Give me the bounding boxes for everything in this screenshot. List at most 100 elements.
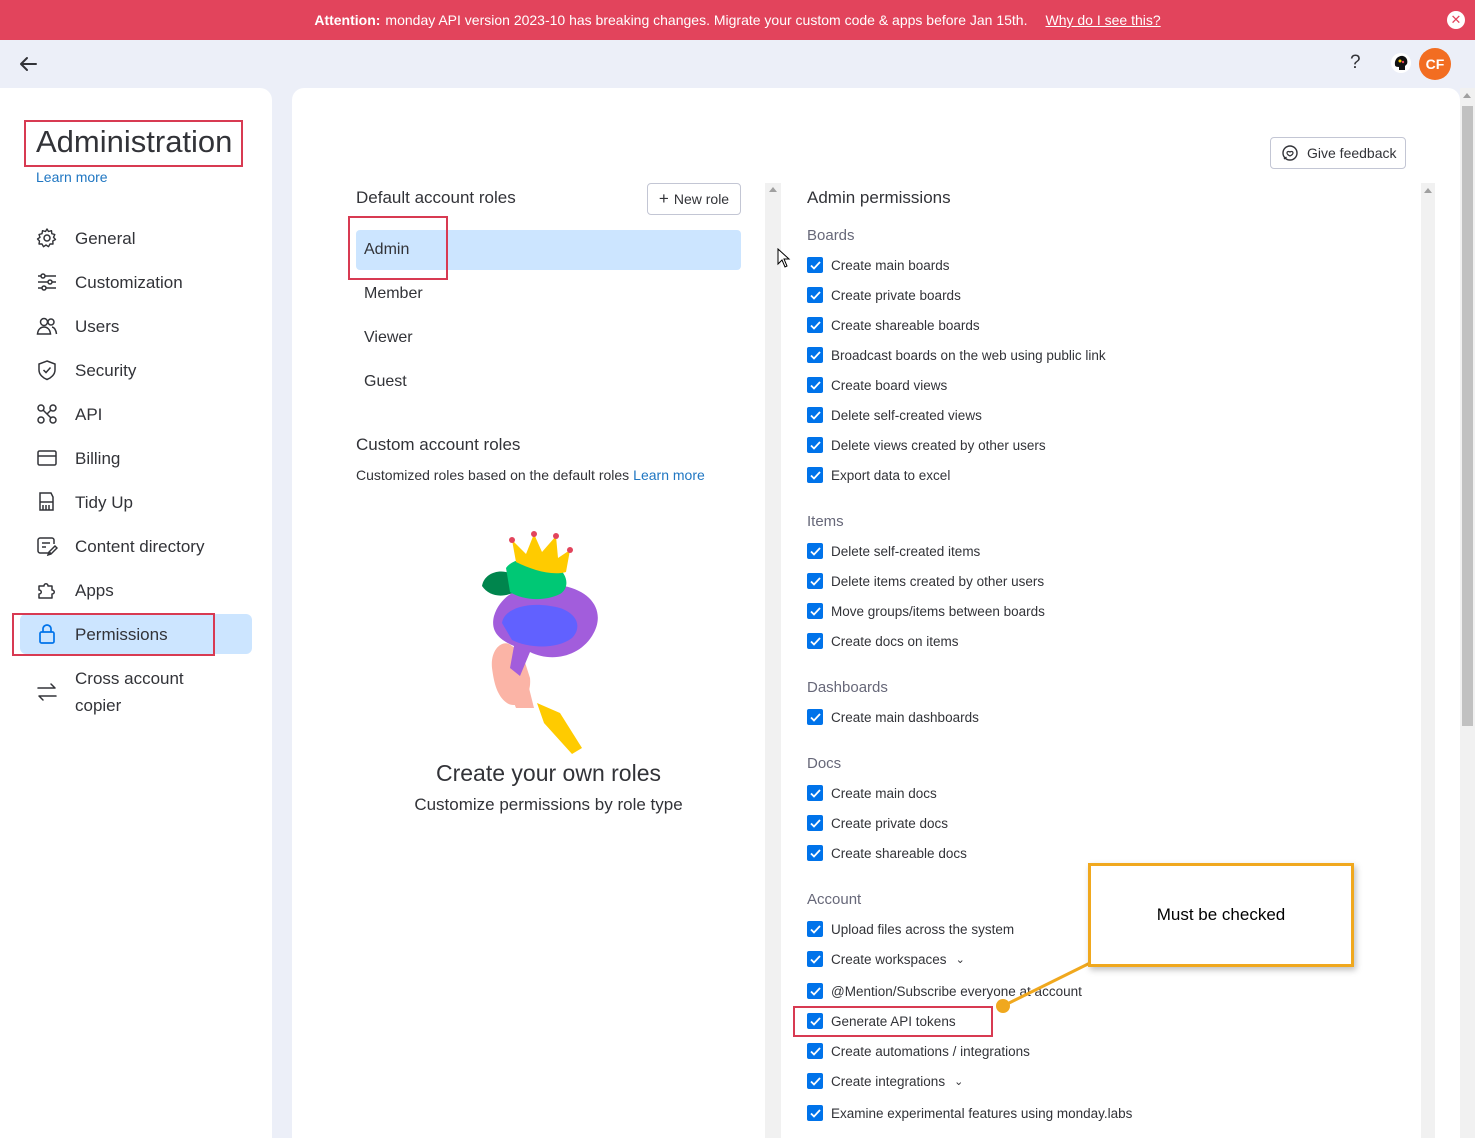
permission-row[interactable]: Delete self-created items (807, 541, 980, 561)
permission-row[interactable]: Delete self-created views (807, 405, 982, 425)
permission-row[interactable]: Move groups/items between boards (807, 601, 1045, 621)
avatar[interactable]: CF (1419, 48, 1451, 80)
checkbox-checked[interactable] (807, 845, 823, 861)
new-role-button[interactable]: + New role (647, 183, 741, 215)
help-icon[interactable]: ? (1350, 52, 1361, 74)
permission-row[interactable]: Create main boards (807, 255, 950, 275)
content-directory-icon (37, 537, 58, 557)
sidebar-item-security[interactable]: Security (20, 350, 252, 390)
default-roles-title: Default account roles (356, 188, 516, 207)
chevron-down-icon[interactable]: ⌄ (954, 1075, 963, 1088)
custom-roles-description: Customized roles based on the default ro… (356, 467, 705, 483)
permission-row[interactable]: Create shareable docs (807, 843, 967, 863)
sidebar-item-api[interactable]: API (20, 394, 252, 434)
scroll-up-arrow-icon[interactable] (1424, 188, 1432, 193)
checkbox-checked[interactable] (807, 257, 823, 273)
highlight-box (793, 1006, 993, 1037)
highlight-box (24, 120, 243, 167)
main-panel: Give feedback Default account roles + Ne… (292, 88, 1460, 1138)
checkbox-checked[interactable] (807, 347, 823, 363)
section-account: Account (807, 891, 862, 908)
permission-row[interactable]: Broadcast boards on the web using public… (807, 345, 1106, 365)
checkbox-checked[interactable] (807, 633, 823, 649)
permission-label: Delete views created by other users (831, 437, 1046, 453)
permission-label: Broadcast boards on the web using public… (831, 347, 1106, 363)
sidebar-item-billing[interactable]: Billing (20, 438, 252, 478)
checkbox-checked[interactable] (807, 377, 823, 393)
permission-row[interactable]: Create workspaces ⌄ (807, 949, 965, 969)
checkbox-checked[interactable] (807, 1073, 823, 1089)
credit-card-icon (37, 450, 57, 466)
custom-roles-title: Custom account roles (356, 435, 521, 454)
give-feedback-button[interactable]: Give feedback (1270, 137, 1406, 169)
sidebar-item-cross-account-copier[interactable]: Cross account copier (20, 664, 252, 720)
checkbox-checked[interactable] (807, 815, 823, 831)
checkbox-checked[interactable] (807, 287, 823, 303)
back-arrow-icon[interactable] (16, 52, 40, 76)
learn-more-link[interactable]: Learn more (36, 169, 108, 185)
role-item-guest[interactable]: Guest (356, 362, 741, 402)
sidebar-item-users[interactable]: Users (20, 306, 252, 346)
permission-label: @Mention/Subscribe everyone at account (831, 983, 1082, 999)
checkbox-checked[interactable] (807, 983, 823, 999)
permission-row[interactable]: @Mention/Subscribe everyone at account (807, 981, 1082, 1001)
feedback-icon (1282, 145, 1298, 161)
permission-row[interactable]: Create automations / integrations (807, 1041, 1030, 1061)
checkbox-checked[interactable] (807, 1043, 823, 1059)
permission-row[interactable]: Delete views created by other users (807, 435, 1046, 455)
permission-row[interactable]: Create private docs (807, 813, 948, 833)
checkbox-checked[interactable] (807, 437, 823, 453)
section-items: Items (807, 513, 844, 530)
sidebar-item-apps[interactable]: Apps (20, 570, 252, 610)
permission-row[interactable]: Create private boards (807, 285, 961, 305)
permissions-scrollbar[interactable] (1421, 183, 1435, 1138)
permission-row[interactable]: Create board views (807, 375, 947, 395)
sidebar-item-tidy-up[interactable]: Tidy Up (20, 482, 252, 522)
brain-icon[interactable] (1390, 52, 1412, 74)
checkbox-checked[interactable] (807, 573, 823, 589)
close-icon[interactable]: ✕ (1447, 11, 1465, 29)
checkbox-checked[interactable] (807, 785, 823, 801)
sidebar: Administration Learn more General Custom… (0, 88, 272, 1138)
sidebar-item-customization[interactable]: Customization (20, 262, 252, 302)
window-scrollbar[interactable] (1460, 88, 1475, 1138)
permission-row[interactable]: Create main docs (807, 783, 937, 803)
mouse-cursor-icon (777, 248, 791, 268)
sidebar-item-content-directory[interactable]: Content directory (20, 526, 252, 566)
crown-hat-illustration (482, 531, 598, 754)
permission-row[interactable]: Examine experimental features using mond… (807, 1103, 1132, 1123)
roles-scrollbar[interactable] (765, 183, 781, 1138)
permission-label: Examine experimental features using mond… (831, 1105, 1133, 1121)
checkbox-checked[interactable] (807, 951, 823, 967)
permission-row[interactable]: Export data to excel (807, 465, 950, 485)
role-item-member[interactable]: Member (356, 274, 741, 314)
permission-label: Move groups/items between boards (831, 603, 1045, 619)
custom-roles-learn-more-link[interactable]: Learn more (633, 467, 705, 483)
sidebar-item-label: Customization (75, 272, 183, 292)
scroll-up-arrow-icon[interactable] (769, 187, 777, 192)
checkbox-checked[interactable] (807, 317, 823, 333)
permission-row[interactable]: Create shareable boards (807, 315, 980, 335)
permission-row[interactable]: Delete items created by other users (807, 571, 1044, 591)
checkbox-checked[interactable] (807, 1105, 823, 1121)
checkbox-checked[interactable] (807, 603, 823, 619)
permission-label: Export data to excel (831, 467, 951, 483)
permission-label: Create private boards (831, 287, 961, 303)
checkbox-checked[interactable] (807, 543, 823, 559)
role-item-viewer[interactable]: Viewer (356, 318, 741, 358)
banner-link[interactable]: Why do I see this? (1045, 12, 1160, 28)
permission-row[interactable]: Create docs on items (807, 631, 959, 651)
checkbox-checked[interactable] (807, 467, 823, 483)
permission-row[interactable]: Create integrations ⌄ (807, 1071, 963, 1091)
permission-row[interactable]: Upload files across the system (807, 919, 1014, 939)
permission-row[interactable]: Create main dashboards (807, 707, 979, 727)
checkbox-checked[interactable] (807, 921, 823, 937)
sidebar-item-general[interactable]: General (20, 218, 252, 258)
chevron-down-icon[interactable]: ⌄ (956, 953, 965, 966)
scroll-up-arrow-icon[interactable] (1463, 93, 1471, 98)
permission-label: Create shareable boards (831, 317, 980, 333)
permission-label: Upload files across the system (831, 921, 1015, 937)
scrollbar-thumb[interactable] (1462, 106, 1473, 726)
checkbox-checked[interactable] (807, 407, 823, 423)
checkbox-checked[interactable] (807, 709, 823, 725)
